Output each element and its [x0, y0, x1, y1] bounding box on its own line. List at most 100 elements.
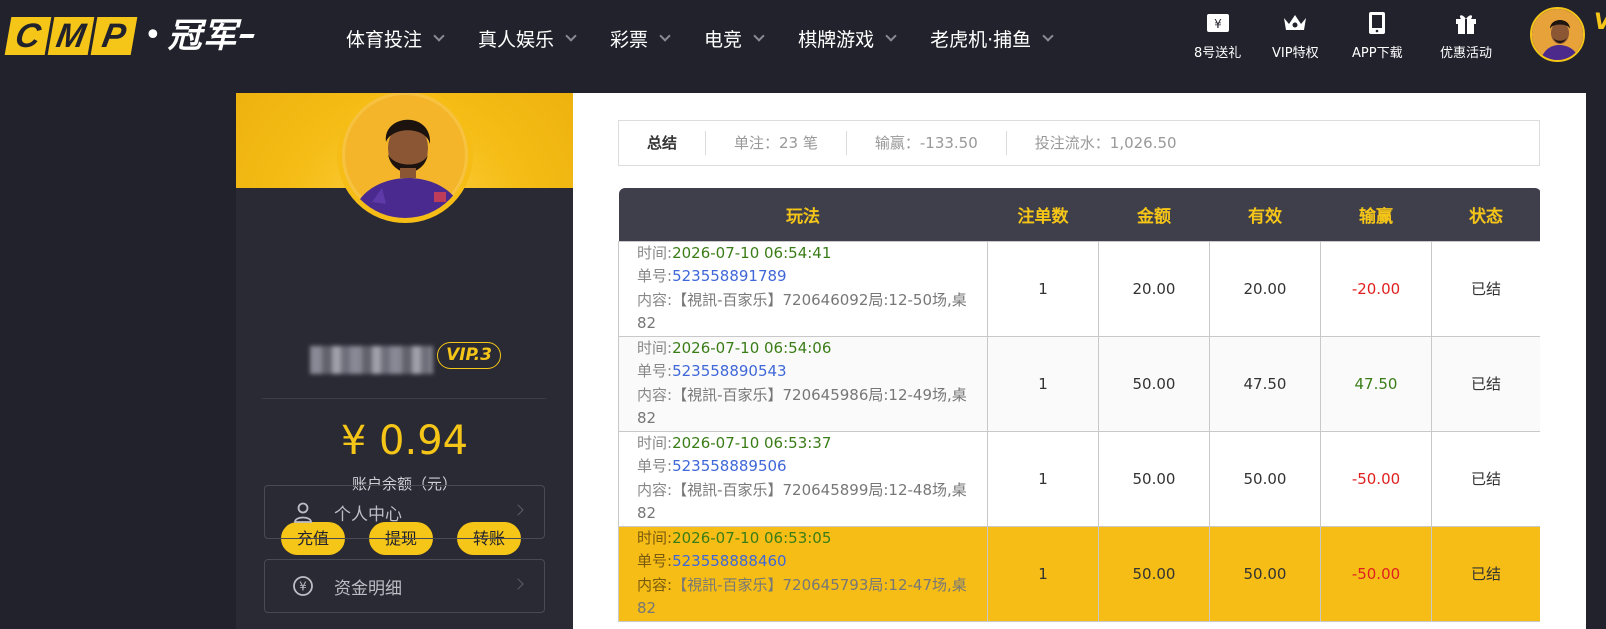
bet-content: 【視訊-百家乐】720646092局:12-50场,桌82 — [637, 290, 967, 333]
table-row[interactable]: 时间:2026-07-10 06:54:06 单号:523558890543 内… — [618, 335, 1540, 432]
quick-link-label: 优惠活动 — [1440, 46, 1493, 61]
summary-orders: 单注：23 笔 — [706, 131, 847, 155]
phone-icon — [1364, 10, 1390, 36]
logo-letters: C M P — [4, 17, 138, 55]
quick-link-promotions[interactable]: 优惠活动 — [1440, 10, 1492, 61]
content-label: 内容: — [637, 385, 673, 404]
bet-count: 1 — [987, 430, 1099, 527]
profile-avatar[interactable] — [337, 93, 473, 223]
bet-id-link[interactable]: 523558890543 — [672, 362, 787, 380]
time-label: 时间: — [637, 528, 673, 547]
nav-item-slots-fishing[interactable]: 老虎机·捕鱼 — [930, 20, 1054, 56]
svg-text:¥: ¥ — [299, 580, 307, 594]
column-header-amount: 金额 — [1098, 188, 1210, 241]
gift-ticket-icon: ¥ — [1205, 10, 1231, 36]
bet-content: 【視訊-百家乐】720645793局:12-47场,桌82 — [637, 575, 967, 618]
site-logo[interactable]: C M P • 冠军 — [4, 16, 255, 56]
column-header-valid: 有效 — [1209, 188, 1321, 241]
menu-label: 个人中心 — [334, 504, 402, 525]
bet-content: 【視訊-百家乐】720645986局:12-49场,桌82 — [637, 385, 967, 428]
bet-amount: 50.00 — [1098, 430, 1210, 527]
id-label: 单号: — [637, 267, 673, 285]
chevron-right-icon — [512, 504, 524, 516]
bet-id-link[interactable]: 523558888460 — [672, 552, 787, 570]
summary-turnover: 投注流水：1,026.50 — [1034, 134, 1177, 152]
bet-valid: 47.50 — [1209, 335, 1321, 432]
logo-tail-mark — [238, 34, 255, 38]
gift-box-icon — [1453, 10, 1479, 36]
bet-id-link[interactable]: 523558891789 — [672, 267, 787, 285]
menu-fund-details[interactable]: ¥ 资金明细 — [264, 559, 545, 613]
table-row[interactable]: 时间:2026-07-10 06:53:37 单号:523558889506 内… — [618, 430, 1540, 527]
quick-link-gift-8[interactable]: ¥ 8号送礼 — [1194, 10, 1241, 61]
bet-winloss: 47.50 — [1320, 335, 1432, 432]
nav-item-sports[interactable]: 体育投注 — [346, 20, 445, 56]
divider — [262, 398, 546, 399]
chevron-down-icon — [659, 29, 671, 42]
chevron-down-icon — [885, 29, 897, 42]
bet-status: 已结 — [1431, 525, 1540, 622]
username-blurred — [310, 346, 433, 374]
bet-status: 已结 — [1431, 240, 1540, 337]
content-label: 内容: — [637, 480, 673, 499]
main-nav: 体育投注 真人娱乐 彩票 电竞 棋牌游戏 老虎机·捕鱼 — [346, 20, 1087, 56]
bet-count: 1 — [987, 525, 1099, 622]
bet-valid: 20.00 — [1209, 240, 1321, 337]
bet-amount: 50.00 — [1098, 335, 1210, 432]
time-label: 时间: — [637, 338, 673, 357]
chevron-down-icon — [1042, 29, 1054, 42]
menu-label: 资金明细 — [334, 578, 402, 599]
table-row[interactable]: 时间:2026-07-10 06:53:05 单号:523558888460 内… — [618, 525, 1540, 622]
nav-item-lottery[interactable]: 彩票 — [610, 20, 671, 56]
logo-letter: C — [4, 17, 52, 55]
nav-label: 老虎机·捕鱼 — [930, 28, 1032, 51]
nav-item-card-games[interactable]: 棋牌游戏 — [798, 20, 897, 56]
menu-personal-center[interactable]: 个人中心 — [264, 485, 545, 539]
quick-link-label: APP下载 — [1352, 46, 1403, 61]
bet-valid: 50.00 — [1209, 430, 1321, 527]
bet-time: 2026-07-10 06:54:41 — [672, 243, 832, 262]
nav-item-esports[interactable]: 电竞 — [704, 20, 765, 56]
svg-text:¥: ¥ — [1214, 17, 1222, 31]
column-header-status: 状态 — [1431, 188, 1540, 241]
bet-count: 1 — [987, 240, 1099, 337]
chevron-down-icon — [433, 29, 445, 42]
bet-amount: 20.00 — [1098, 240, 1210, 337]
nav-item-live-casino[interactable]: 真人娱乐 — [478, 20, 577, 56]
bet-time: 2026-07-10 06:54:06 — [672, 338, 832, 357]
table-row[interactable]: 时间:2026-07-10 06:54:41 单号:523558891789 内… — [618, 240, 1540, 337]
time-label: 时间: — [637, 433, 673, 452]
summary-bar: 总结 单注：23 笔 输赢：-133.50 投注流水：1,026.50 — [618, 120, 1540, 166]
quick-link-vip[interactable]: VIP特权 — [1272, 10, 1319, 61]
quick-link-label: VIP特权 — [1272, 46, 1319, 61]
column-header-count: 注单数 — [987, 188, 1099, 241]
currency-icon: ¥ — [291, 574, 315, 598]
bet-status: 已结 — [1431, 335, 1540, 432]
bet-valid: 50.00 — [1209, 525, 1321, 622]
bet-winloss: -50.00 — [1320, 525, 1432, 622]
crown-icon — [1282, 10, 1308, 36]
bet-records-panel: 总结 单注：23 笔 输赢：-133.50 投注流水：1,026.50 玩法 注… — [573, 93, 1586, 629]
bet-info-cell: 时间:2026-07-10 06:53:05 单号:523558888460 内… — [618, 525, 988, 622]
nav-label: 体育投注 — [346, 28, 423, 51]
chevron-right-icon — [512, 578, 524, 590]
account-sidebar: VIP.3 ¥ 0.94 账户余额（元） 充值 提现 转账 个人中心 ¥ 资金明… — [236, 93, 573, 629]
bet-winloss: -50.00 — [1320, 430, 1432, 527]
top-navbar: C M P • 冠军 体育投注 真人娱乐 彩票 电竞 棋牌游戏 老虎机·捕鱼 ¥… — [0, 0, 1606, 78]
bet-info-cell: 时间:2026-07-10 06:54:41 单号:523558891789 内… — [618, 240, 988, 337]
content-label: 内容: — [637, 290, 673, 309]
time-label: 时间: — [637, 243, 673, 262]
user-avatar[interactable] — [1530, 7, 1585, 62]
bet-status: 已结 — [1431, 430, 1540, 527]
id-label: 单号: — [637, 552, 673, 570]
quick-link-app[interactable]: APP下载 — [1352, 10, 1403, 61]
bet-time: 2026-07-10 06:53:05 — [672, 528, 832, 547]
nav-label: 彩票 — [610, 28, 649, 51]
quick-link-label: 8号送礼 — [1194, 46, 1242, 61]
table-header-row: 玩法 注单数 金额 有效 输赢 状态 — [618, 188, 1540, 241]
logo-chinese-text: 冠军 — [167, 16, 238, 56]
bet-id-link[interactable]: 523558889506 — [672, 457, 787, 475]
bet-amount: 50.00 — [1098, 525, 1210, 622]
logo-dot: • — [144, 18, 162, 53]
chevron-down-icon — [753, 29, 765, 42]
